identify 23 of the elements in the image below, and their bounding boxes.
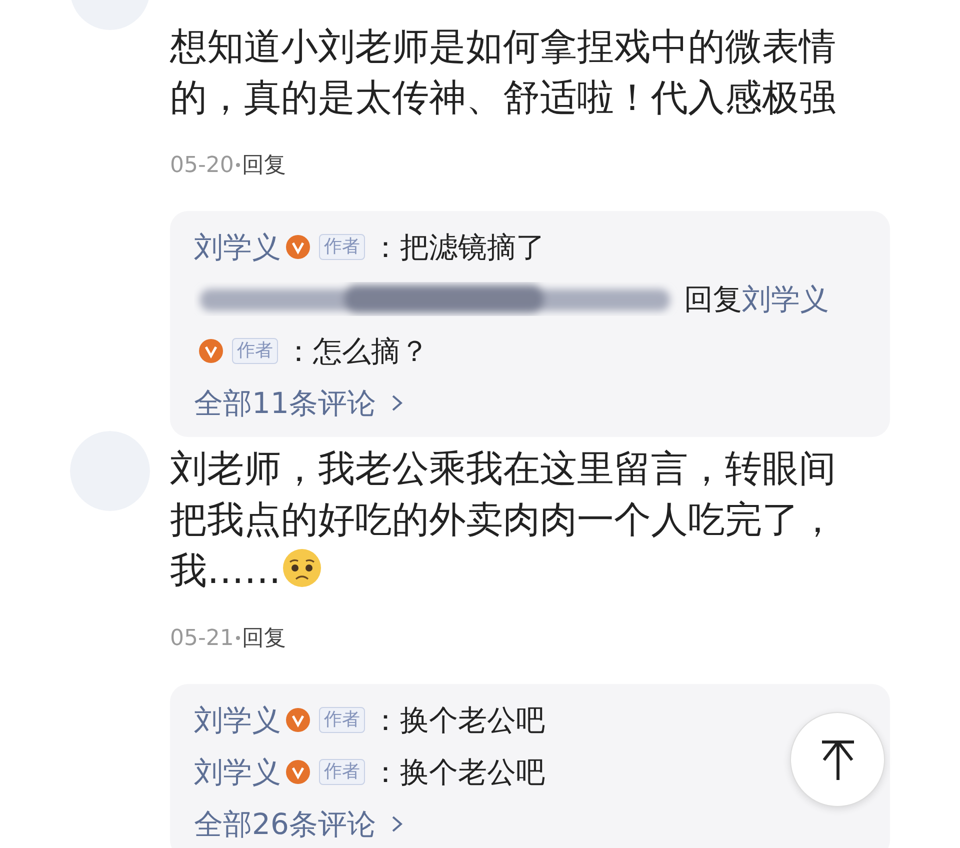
author-tag: 作者 [319,707,365,733]
reply-target[interactable]: 刘学义 [742,273,829,325]
reply-text: ：换个老公吧 [371,702,545,739]
reply-author[interactable]: 刘学义 [194,221,281,273]
author-tag: 作者 [232,338,278,364]
chevron-right-icon [390,393,404,413]
reply-text: ：怎么摘？ [284,333,429,370]
author-tag: 作者 [319,759,365,785]
comment-date: 05-21 [170,626,234,650]
reply-link[interactable]: 回复 [242,150,286,180]
comment-text: 刘老师，我老公乘我在这里留言，转眼间把我点的好吃的外卖肉肉一个人吃完了，我…… [170,446,837,594]
reply-text: ：把滤镜摘了 [371,229,545,266]
comment-text: 想知道小刘老师是如何拿捏戏中的微表情的，真的是太传神、舒适啦！代入感极强 [170,24,837,121]
all-comments-link[interactable]: 全部11条评论 [194,377,376,429]
reply-author[interactable]: 刘学义 [194,694,281,746]
author-tag: 作者 [319,234,365,260]
chevron-right-icon [390,814,404,834]
reply-link[interactable]: 回复 [242,623,286,653]
reply-text: ：换个老公吧 [371,754,545,791]
reply-author[interactable]: 刘学义 [194,746,281,798]
comment-date: 05-20 [170,152,234,178]
reply-label: 回复 [684,281,742,318]
all-comments-link[interactable]: 全部26条评论 [194,798,376,848]
